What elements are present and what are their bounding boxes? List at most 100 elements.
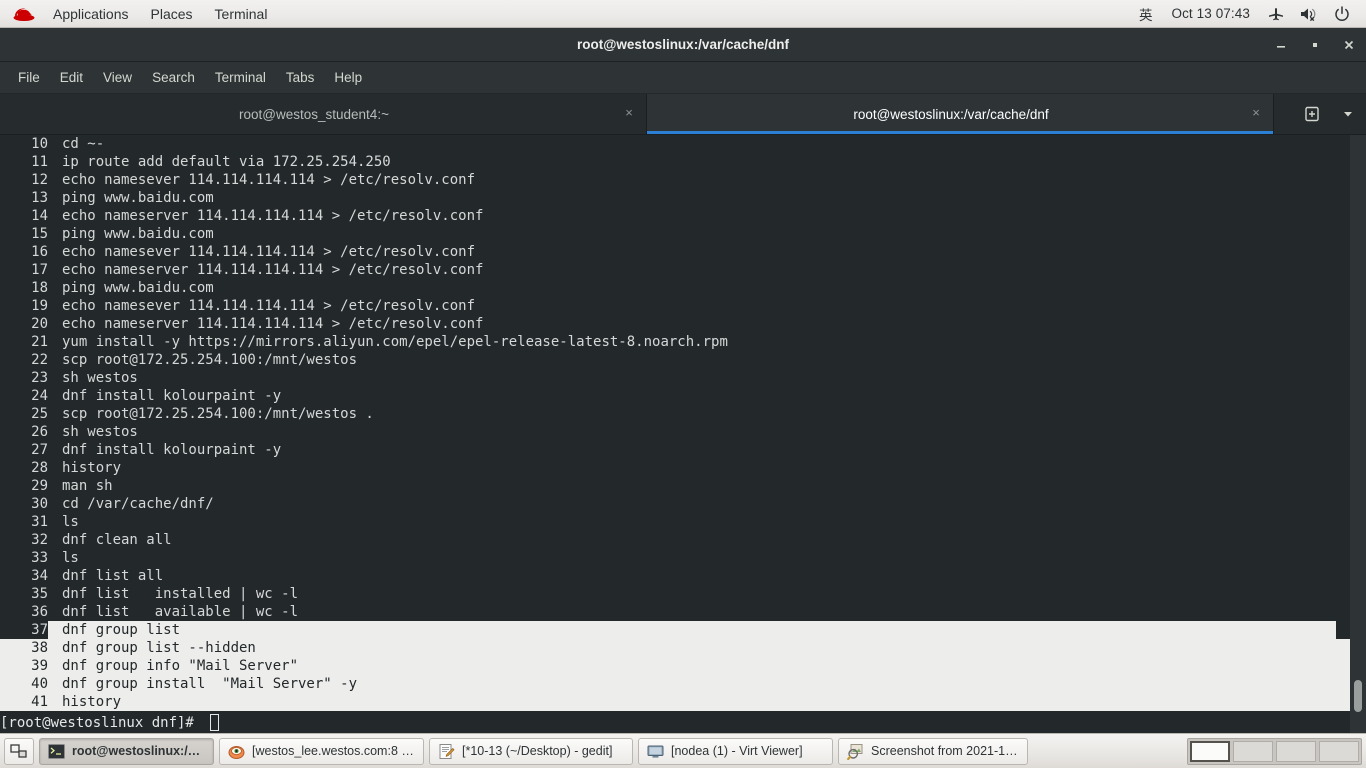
history-line-number: 35 [31,586,48,602]
chevron-down-icon[interactable] [1330,94,1366,135]
workspace-3[interactable] [1276,740,1316,762]
shell-prompt-line[interactable]: [root@westoslinux dnf]# [0,712,1350,733]
history-command: dnf list all [62,568,164,584]
terminal-history-line: 14 echo nameserver 114.114.114.114 > /etc… [0,207,1366,225]
places-menu[interactable]: Places [140,1,204,27]
history-command: scp root@172.25.254.100:/mnt/westos . [62,406,374,422]
menu-view[interactable]: View [93,66,142,89]
history-command: dnf list available | wc -l [62,604,299,620]
history-line-number: 21 [31,334,48,350]
history-command: dnf install kolourpaint -y [62,442,282,458]
history-line-number: 17 [31,262,48,278]
history-line-number: 11 [31,154,48,170]
history-line-number: 25 [31,406,48,422]
show-desktop-icon[interactable] [4,737,34,765]
terminal-history-line: 33 ls [0,549,1366,567]
applications-menu[interactable]: Applications [42,1,140,27]
history-command: echo nameserver 114.114.114.114 > /etc/r… [62,316,484,332]
input-method-indicator[interactable]: 英 [1130,1,1162,27]
close-button[interactable] [1332,28,1366,62]
workspace-switcher [1187,737,1362,765]
terminal-window: root@westoslinux:/var/cache/dnf File Edi… [0,28,1366,733]
taskbar-item-remote-viewer[interactable]: [westos_lee.westos.com:8 … [219,737,424,765]
menu-file[interactable]: File [8,66,50,89]
clock[interactable]: Oct 13 07:43 [1161,3,1260,24]
workspace-1[interactable] [1190,740,1230,762]
power-icon[interactable] [1326,3,1358,25]
history-command: dnf install kolourpaint -y [62,388,282,404]
terminal-history-line: 30 cd /var/cache/dnf/ [0,495,1366,513]
history-line-number: 30 [31,496,48,512]
history-line-number: 39 [31,658,48,674]
history-line-number: 15 [31,226,48,242]
history-command: history [62,460,122,476]
history-command: dnf group info "Mail Server" [62,658,299,674]
redhat-logo-icon [6,5,42,23]
taskbar-item-label: [*10-13 (~/Desktop) - gedit] [462,744,613,758]
terminal-menu[interactable]: Terminal [204,1,279,27]
history-command: scp root@172.25.254.100:/mnt/westos [62,352,358,368]
history-line-number: 36 [31,604,48,620]
window-titlebar[interactable]: root@westoslinux:/var/cache/dnf [0,28,1366,62]
volume-muted-icon[interactable] [1292,3,1326,25]
history-line-number: 26 [31,424,48,440]
terminal-history-line: 17 echo nameserver 114.114.114.114 > /etc… [0,261,1366,279]
history-command: ping www.baidu.com [62,226,214,242]
terminal-history-line: 22 scp root@172.25.254.100:/mnt/westos [0,351,1366,369]
top-panel: Applications Places Terminal 英 Oct 13 07… [0,0,1366,28]
workspace-4[interactable] [1319,740,1359,762]
terminal-history-line: 15 ping www.baidu.com [0,225,1366,243]
history-line-number: 33 [31,550,48,566]
history-command: ping www.baidu.com [62,190,214,206]
history-line-number: 31 [31,514,48,530]
history-command: yum install -y https://mirrors.aliyun.co… [62,334,728,350]
tab-bar-actions [1294,94,1366,134]
airplane-mode-icon[interactable] [1260,3,1292,25]
menu-search[interactable]: Search [142,66,205,89]
workspace-2[interactable] [1233,740,1273,762]
terminal-history-line: 27 dnf install kolourpaint -y [0,441,1366,459]
terminal-history-line: 35 dnf list installed | wc -l [0,585,1366,603]
tab-close-icon[interactable]: × [1247,105,1265,123]
history-command: ls [62,550,79,566]
taskbar-item-gedit[interactable]: [*10-13 (~/Desktop) - gedit] [429,737,633,765]
maximize-button[interactable] [1298,28,1332,62]
tab-root-westoslinux-var-cache-dnf[interactable]: root@westoslinux:/var/cache/dnf × [647,94,1274,134]
tab-root-westos-student4[interactable]: root@westos_student4:~ × [0,94,647,134]
taskbar-item-screenshot[interactable]: Screenshot from 2021-10… [838,737,1028,765]
terminal-scrollbar[interactable] [1350,135,1366,733]
terminal-history-line: 29 man sh [0,477,1366,495]
terminal-history-line: 11 ip route add default via 172.25.254.25… [0,153,1366,171]
menu-edit[interactable]: Edit [50,66,93,89]
new-tab-icon[interactable] [1294,94,1330,135]
gedit-icon [438,743,455,760]
menu-tabs[interactable]: Tabs [276,66,325,89]
history-line-number: 13 [31,190,48,206]
history-command: dnf clean all [62,532,172,548]
history-command: ping www.baidu.com [62,280,214,296]
top-panel-left: Applications Places Terminal [0,1,278,27]
minimize-button[interactable] [1264,28,1298,62]
history-command: man sh [62,478,113,494]
tab-close-icon[interactable]: × [620,105,638,123]
menu-help[interactable]: Help [324,66,372,89]
terminal-history-line: 36 dnf list available | wc -l [0,603,1366,621]
terminal-history-line: 13 ping www.baidu.com [0,189,1366,207]
terminal-output-area[interactable]: 10 cd ~- 11 ip route add default via 172.25… [0,135,1366,733]
taskbar-item-virt-viewer[interactable]: [nodea (1) - Virt Viewer] [638,737,833,765]
terminal-scrollbar-thumb[interactable] [1354,680,1362,712]
tab-label: root@westoslinux:/var/cache/dnf [853,106,1049,122]
taskbar-item-label: [nodea (1) - Virt Viewer] [671,744,803,758]
history-command: sh westos [62,424,138,440]
history-command: ip route add default via 172.25.254.250 [62,154,391,170]
history-command: echo nameserver 114.114.114.114 > /etc/r… [62,262,484,278]
terminal-history-line: 23 sh westos [0,369,1366,387]
terminal-scroll-region[interactable]: 10 cd ~- 11 ip route add default via 172.25… [0,135,1366,733]
tab-bar: root@westos_student4:~ × root@westoslinu… [0,94,1366,135]
terminal-history-line: 24 dnf install kolourpaint -y [0,387,1366,405]
history-command: echo namesever 114.114.114.114 > /etc/re… [62,244,476,260]
taskbar-item-terminal[interactable]: root@westoslinux:/var/cac… [39,737,214,765]
terminal-history-line: 18 ping www.baidu.com [0,279,1366,297]
terminal-icon [48,743,65,760]
menu-terminal[interactable]: Terminal [205,66,276,89]
